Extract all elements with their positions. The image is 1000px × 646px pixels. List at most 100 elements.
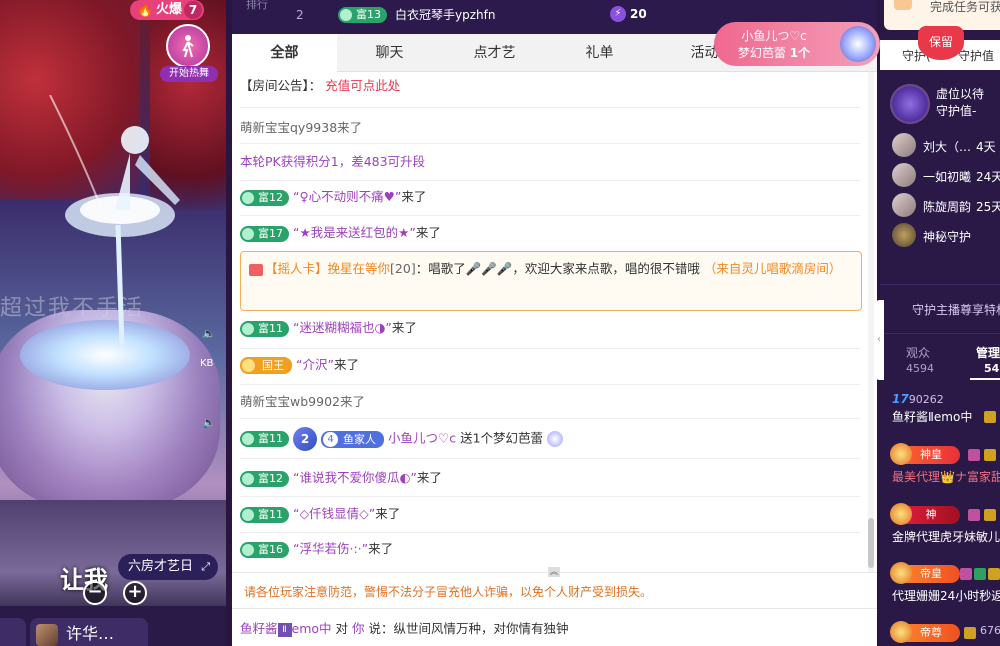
gift-popup-count: 1个 bbox=[789, 46, 811, 60]
rich-badge: 富17 bbox=[240, 225, 289, 242]
card-user[interactable]: 挽星在等你 bbox=[328, 261, 391, 276]
level-badge: Ⅱ bbox=[277, 622, 292, 637]
tab-chat[interactable]: 聊天 bbox=[337, 34, 442, 72]
tab-audience[interactable]: 观众 4594 bbox=[906, 344, 934, 375]
tab-gift-list[interactable]: 礼单 bbox=[547, 34, 652, 72]
gift-sender[interactable]: 小鱼儿つ♡c bbox=[388, 431, 456, 446]
guard-item[interactable]: 一如初曦 24天 bbox=[890, 163, 1000, 189]
chat-message: 富17 “★我是来送红包的★”来了 bbox=[240, 223, 860, 243]
chat-panel: 排行 2 富13 白衣冠琴手ypzhfn ⚡ 20 全部 聊天 点才艺 礼单 活… bbox=[232, 0, 877, 646]
rank-user[interactable]: 富13 白衣冠琴手ypzhfn bbox=[338, 6, 495, 23]
user-name[interactable]: “♀心不动则不痛♥” bbox=[293, 189, 401, 204]
guard-name: 神秘守护 bbox=[923, 230, 972, 244]
collapse-icon[interactable]: ︽ bbox=[548, 567, 560, 577]
live-video-player[interactable]: 超过我不手活 🔥 火爆 7 开始热舞 🔈 KB 🔈 让我 六房才艺日 ⤢ − +… bbox=[0, 0, 226, 646]
prev-room-tab[interactable] bbox=[0, 618, 26, 646]
whisper-target[interactable]: 你 bbox=[352, 621, 365, 636]
tab-talent[interactable]: 点才艺 bbox=[442, 34, 547, 72]
manager-id-rest: 90262 bbox=[908, 393, 944, 406]
rich-badge: 富11 bbox=[240, 431, 289, 447]
manager-id-prefix: 17 bbox=[892, 392, 909, 406]
user-name[interactable]: “◇仟钱显倩◇” bbox=[293, 506, 375, 521]
start-dance-button[interactable]: 开始热舞 bbox=[160, 24, 218, 82]
safety-notice-text: 请各位玩家注意防范，警惕不法分子冒充他人诈骗，以免个人财产受到损失。 bbox=[244, 585, 653, 599]
zoom-out-button[interactable]: − bbox=[83, 581, 107, 605]
badge-icon bbox=[988, 568, 1000, 580]
rank-score: ⚡ 20 bbox=[610, 6, 647, 22]
scroll-thumb[interactable] bbox=[868, 518, 874, 568]
guard-item[interactable]: 神秘守护 bbox=[890, 223, 1000, 249]
shake-card-message[interactable]: 【摇人卡】挽星在等你[20]：唱歌了🎤🎤🎤，欢迎大家来点歌，唱的很不错哦 （来自… bbox=[240, 251, 862, 311]
card-icon bbox=[249, 263, 263, 276]
collapse-panel-arrow[interactable]: ‹ bbox=[874, 300, 884, 380]
vip-icon bbox=[984, 411, 996, 423]
guard-privilege-link[interactable]: 守护主播尊享特权 bbox=[880, 284, 1000, 334]
badge-icon bbox=[974, 568, 986, 580]
tab-all[interactable]: 全部 bbox=[232, 34, 337, 72]
rank-label: 排行 bbox=[246, 0, 268, 11]
tab-managers[interactable]: 管理 54 bbox=[976, 344, 1000, 375]
gift-popup-gift: 梦幻芭蕾 bbox=[737, 46, 786, 60]
hot-badge-label: 火爆 bbox=[156, 2, 183, 17]
rank-user-name: 白衣冠琴手ypzhfn bbox=[395, 8, 496, 22]
avatar bbox=[892, 193, 916, 217]
whisper-message: 鱼籽酱 Ⅱemo中 对 你 说：纵世间风情万种，对你情有独钟 bbox=[232, 608, 877, 646]
dancer-icon bbox=[166, 24, 210, 68]
user-name[interactable]: “浮华若伤·:·” bbox=[293, 541, 368, 556]
chat-message: 国王 “介沢”来了 bbox=[240, 355, 860, 375]
rich-badge: 富12 bbox=[240, 470, 289, 487]
whisper-sender[interactable]: 鱼籽酱 bbox=[240, 621, 278, 636]
manager-name[interactable]: 最美代理👑ナ富家甜 bbox=[892, 468, 1000, 485]
divider bbox=[240, 496, 860, 497]
guard-item[interactable]: 刘大（… 4天 bbox=[890, 133, 1000, 159]
program-tag[interactable]: 六房才艺日 ⤢ bbox=[118, 554, 218, 580]
start-dance-label: 开始热舞 bbox=[160, 66, 218, 82]
volume-icon-2[interactable]: 🔈 bbox=[202, 416, 218, 430]
whisper-sender-tag: emo中 bbox=[291, 621, 332, 636]
guard-days: 25天 bbox=[976, 200, 1000, 214]
program-tag-label: 六房才艺日 bbox=[128, 559, 194, 574]
badge-icon bbox=[984, 509, 996, 521]
user-name[interactable]: “★我是来送红包的★” bbox=[293, 225, 416, 240]
pk-message: 本轮PK获得积分1，差483可升段 bbox=[240, 154, 426, 169]
divider bbox=[240, 384, 860, 385]
guard-privilege-text: 守护主播尊享特权 bbox=[912, 303, 1000, 317]
zoom-in-button[interactable]: + bbox=[123, 581, 147, 605]
join-suffix: 来了 bbox=[401, 189, 427, 204]
whisper-line: 鱼籽酱 Ⅱemo中 对 你 说：纵世间风情万种，对你情有独钟 bbox=[240, 618, 569, 637]
guard-item[interactable]: 陈旋周韵 25天 bbox=[890, 193, 1000, 219]
rich-badge: 富13 bbox=[338, 6, 387, 23]
user-name[interactable]: “谁说我不爱你傻瓜◐” bbox=[293, 470, 417, 485]
king-badge: 国王 bbox=[240, 357, 292, 374]
audience-count: 4594 bbox=[906, 362, 934, 375]
guard-days: 4天 bbox=[976, 140, 996, 154]
keep-button[interactable]: 保留 bbox=[918, 26, 964, 60]
guard-vacant-slot[interactable]: 虚位以待 守护值- bbox=[890, 84, 1000, 124]
noble-badge: 神皇 bbox=[890, 443, 960, 465]
ballet-gift-icon bbox=[840, 26, 876, 62]
divider bbox=[240, 348, 860, 349]
manager-label: 管理 bbox=[976, 346, 1000, 360]
volume-icon[interactable]: 🔈 bbox=[202, 327, 218, 341]
manager-name[interactable]: 鱼籽酱Ⅱemo中 bbox=[892, 408, 972, 425]
user-name[interactable]: “迷迷糊糊福也◑” bbox=[293, 320, 392, 335]
rich-badge: 富12 bbox=[240, 189, 289, 206]
manager-id: 6764 bbox=[980, 624, 1000, 637]
task-icon bbox=[894, 0, 912, 10]
vacant-line1: 虚位以待 bbox=[936, 87, 985, 101]
badge-icon bbox=[984, 449, 996, 461]
guard-name: 一如初曦 bbox=[923, 170, 972, 184]
divider bbox=[240, 215, 860, 216]
manager-name[interactable]: 代理姗姗24小时秒返 bbox=[892, 587, 1000, 604]
card-source[interactable]: （来自灵儿唱歌滴房间） bbox=[704, 261, 842, 276]
flame-icon: 🔥 bbox=[137, 3, 154, 18]
rank-number: 2 bbox=[296, 8, 304, 22]
user-name[interactable]: “介沢” bbox=[296, 357, 334, 372]
noble-badge: 帝尊 bbox=[890, 621, 960, 643]
rich-badge: 富16 bbox=[240, 541, 289, 558]
rank-score-value: 20 bbox=[630, 7, 647, 21]
manager-name[interactable]: 金牌代理虎牙妹敏儿 bbox=[892, 528, 1000, 545]
recharge-link[interactable]: 充值可点此处 bbox=[325, 78, 400, 93]
tab-guard-value[interactable]: 守护值 bbox=[958, 47, 994, 64]
manager-count: 54 bbox=[984, 362, 1000, 375]
